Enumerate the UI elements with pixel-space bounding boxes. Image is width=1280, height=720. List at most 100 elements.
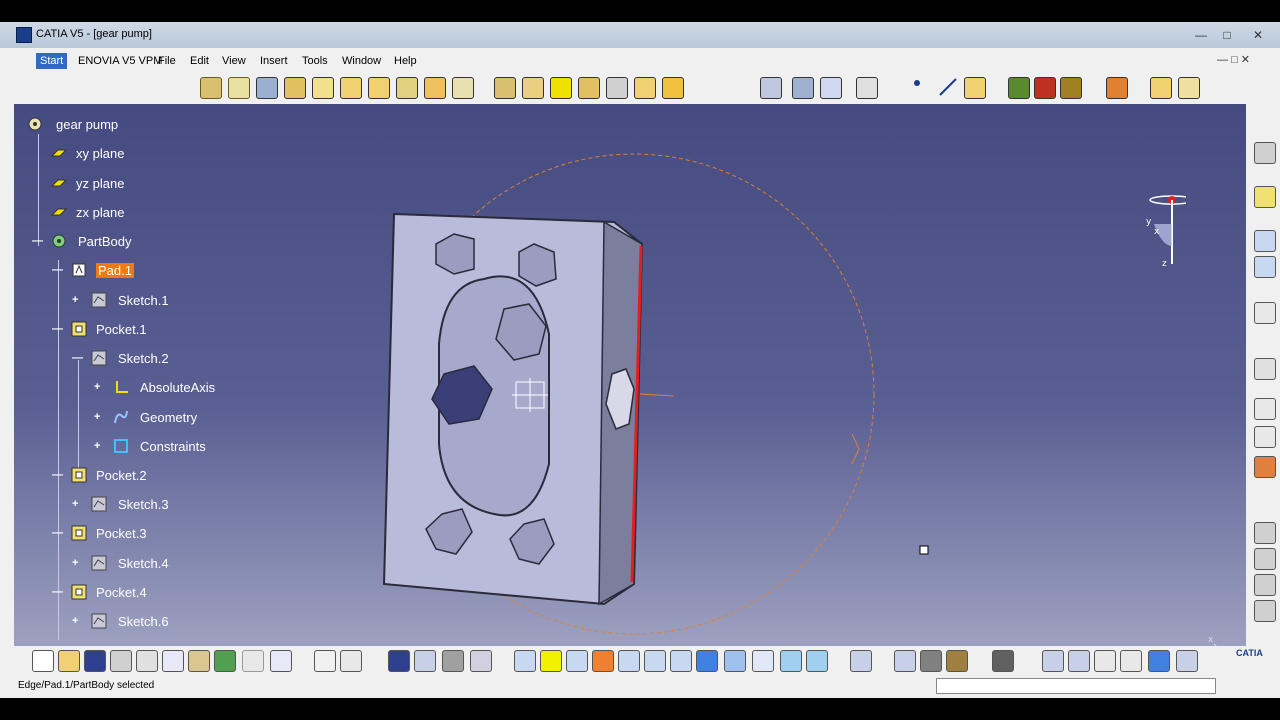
save-icon[interactable] — [84, 650, 106, 672]
remove-loft-tool-icon[interactable] — [452, 77, 474, 99]
redo-icon[interactable] — [242, 650, 264, 672]
text-tool-icon[interactable] — [1254, 398, 1276, 420]
expand-icon[interactable]: + — [72, 295, 81, 306]
render-tool-icon[interactable] — [1254, 256, 1276, 278]
menu-window[interactable]: Window — [342, 55, 381, 67]
fly-mode-icon[interactable] — [514, 650, 536, 672]
collapse-icon[interactable]: — — [72, 353, 83, 364]
plane-tool-icon[interactable] — [964, 77, 986, 99]
menu-enovia[interactable]: ENOVIA V5 VPM — [78, 55, 162, 67]
knowledge-tool-icon[interactable] — [1254, 574, 1276, 596]
close-button[interactable]: ✕ — [1240, 26, 1276, 44]
units-icon[interactable] — [1120, 650, 1142, 672]
analysis-tool-icon[interactable] — [1254, 600, 1276, 622]
refresh-icon[interactable] — [1042, 650, 1064, 672]
shell-tool-icon[interactable] — [578, 77, 600, 99]
collapse-icon[interactable]: — — [52, 324, 63, 335]
shaft-tool-icon[interactable] — [256, 77, 278, 99]
undo-icon[interactable] — [214, 650, 236, 672]
view-tool-icon[interactable] — [1254, 230, 1276, 252]
point-tool-icon[interactable] — [914, 80, 920, 86]
transform-tool-icon[interactable] — [662, 77, 684, 99]
mirror-tool-icon[interactable] — [634, 77, 656, 99]
check-icon[interactable] — [470, 650, 492, 672]
menu-help[interactable]: Help — [394, 55, 417, 67]
menu-tools[interactable]: Tools — [302, 55, 328, 67]
rotate-icon[interactable] — [592, 650, 614, 672]
update-icon[interactable] — [850, 650, 872, 672]
slot-tool-icon[interactable] — [368, 77, 390, 99]
sketch-analysis-icon[interactable] — [1176, 650, 1198, 672]
inertia-icon[interactable] — [946, 650, 968, 672]
axis-system-icon[interactable] — [1094, 650, 1116, 672]
lock-icon[interactable] — [442, 650, 464, 672]
menu-edit[interactable]: Edit — [190, 55, 209, 67]
pad-tool-icon[interactable] — [200, 77, 222, 99]
menu-file[interactable]: File — [158, 55, 176, 67]
sketch-tool-icon[interactable] — [1150, 77, 1172, 99]
collapse-icon[interactable]: — — [52, 265, 63, 276]
expand-icon[interactable]: + — [94, 382, 103, 393]
measure-tool-icon[interactable] — [792, 77, 814, 99]
new-file-icon[interactable] — [32, 650, 54, 672]
loft-tool-icon[interactable] — [424, 77, 446, 99]
shading-icon[interactable] — [752, 650, 774, 672]
expand-icon[interactable]: + — [72, 616, 81, 627]
paste-icon[interactable] — [188, 650, 210, 672]
layer-icon[interactable] — [1148, 650, 1170, 672]
zoom-out-icon[interactable] — [644, 650, 666, 672]
collapse-icon[interactable]: — — [52, 470, 63, 481]
reuse-tool-icon[interactable] — [1254, 548, 1276, 570]
minimize-button[interactable]: — — [1188, 26, 1214, 44]
copy-icon[interactable] — [162, 650, 184, 672]
annotation-tool-icon[interactable] — [1254, 302, 1276, 324]
positioned-sketch-icon[interactable] — [1178, 77, 1200, 99]
draft-tool-icon[interactable] — [550, 77, 572, 99]
groove-tool-icon[interactable] — [284, 77, 306, 99]
menu-insert[interactable]: Insert — [260, 55, 288, 67]
table-icon[interactable] — [388, 650, 410, 672]
expand-icon[interactable]: + — [72, 558, 81, 569]
formula-icon[interactable] — [314, 650, 336, 672]
fit-in-icon[interactable] — [540, 650, 562, 672]
menu-start[interactable]: Start — [36, 53, 68, 69]
catalog-tool-icon[interactable] — [1254, 522, 1276, 544]
menu-view[interactable]: View — [222, 55, 246, 67]
stiffener-tool-icon[interactable] — [396, 77, 418, 99]
expand-icon[interactable]: + — [94, 412, 103, 423]
normal-view-icon[interactable] — [670, 650, 692, 672]
hide-show-icon[interactable] — [780, 650, 802, 672]
zoom-in-icon[interactable] — [618, 650, 640, 672]
doc-window-controls[interactable]: — □ ✕ — [1217, 53, 1250, 66]
command-input[interactable] — [936, 678, 1216, 694]
grid-tool-icon[interactable] — [820, 77, 842, 99]
measure-item-bottom-icon[interactable] — [920, 650, 942, 672]
collapse-icon[interactable]: — — [52, 528, 63, 539]
expand-icon[interactable]: + — [94, 441, 103, 452]
maximize-button[interactable]: □ — [1214, 26, 1240, 44]
select-tool-icon[interactable] — [1254, 358, 1276, 380]
fillet-tool-icon[interactable] — [494, 77, 516, 99]
intersect-tool-icon[interactable] — [1060, 77, 1082, 99]
flag-tool-icon[interactable] — [1254, 426, 1276, 448]
rib-tool-icon[interactable] — [340, 77, 362, 99]
fit-all-tool-icon[interactable] — [856, 77, 878, 99]
remove-tool-icon[interactable] — [1034, 77, 1056, 99]
constraint-tool-icon[interactable] — [760, 77, 782, 99]
globe-icon[interactable] — [1068, 650, 1090, 672]
pan-icon[interactable] — [566, 650, 588, 672]
surface-tool-icon[interactable] — [1254, 186, 1276, 208]
line-tool-icon[interactable] — [938, 77, 958, 97]
open-file-icon[interactable] — [58, 650, 80, 672]
part-model[interactable] — [382, 212, 644, 606]
multi-view-icon[interactable] — [696, 650, 718, 672]
pattern-tool-icon[interactable] — [606, 77, 628, 99]
apply-material-icon[interactable] — [1106, 77, 1128, 99]
swap-space-icon[interactable] — [806, 650, 828, 672]
cut-icon[interactable] — [136, 650, 158, 672]
hole-tool-icon[interactable] — [312, 77, 334, 99]
measure-between-icon[interactable] — [894, 650, 916, 672]
options-gear-icon[interactable] — [1254, 142, 1276, 164]
collapse-icon[interactable]: — — [32, 236, 43, 247]
print-icon[interactable] — [110, 650, 132, 672]
